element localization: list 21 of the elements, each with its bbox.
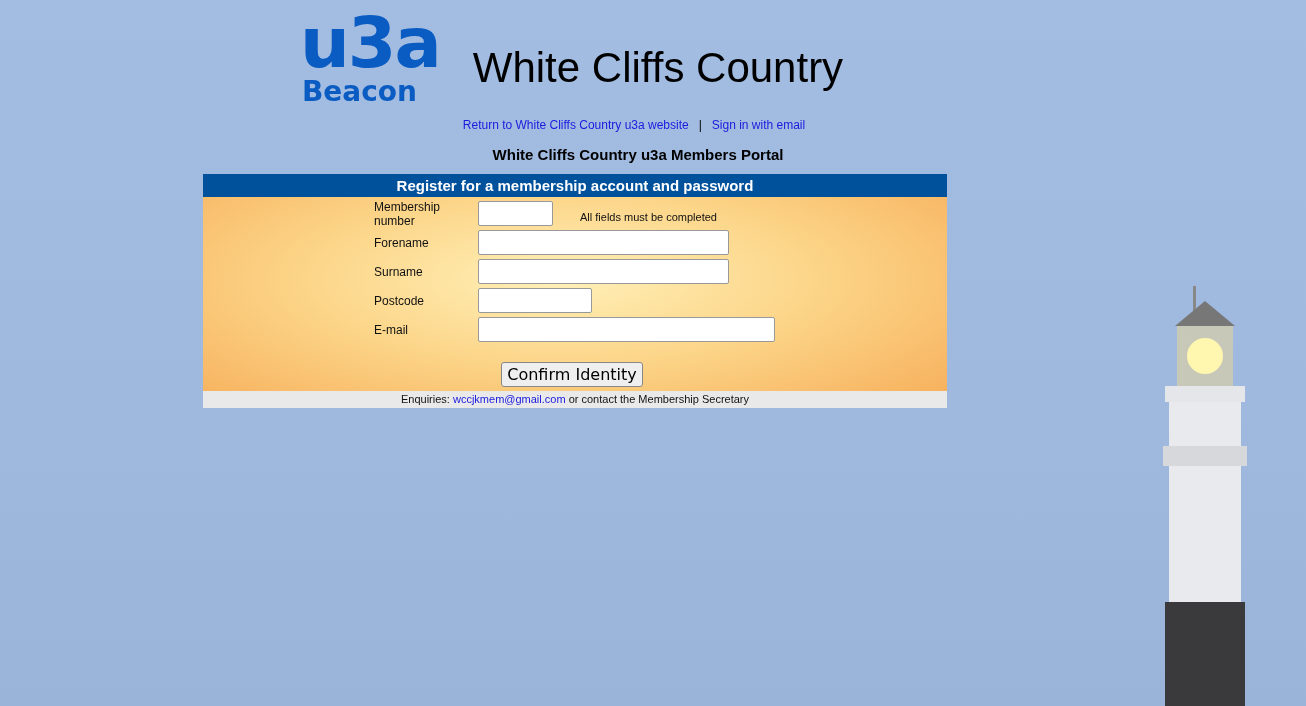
separator: |: [698, 118, 702, 132]
field-label: Postcode: [374, 293, 426, 308]
form-title-bar: Register for a membership account and password: [203, 174, 947, 197]
confirm-identity-button[interactable]: Confirm Identity: [501, 362, 643, 387]
input-field[interactable]: [478, 317, 775, 342]
portal-title: White Cliffs Country u3a Members Portal: [491, 146, 785, 163]
nav-link[interactable]: Sign in with email: [711, 118, 806, 132]
input-field[interactable]: [478, 259, 729, 284]
u3a-logo: u3a Beacon: [300, 10, 440, 108]
field-label: Membership number: [374, 199, 442, 228]
enquiries-text: Enquiries: wccjkmem@gmail.com or contact the Membership Secretary: [401, 393, 749, 405]
input-field[interactable]: [478, 288, 592, 313]
field-label: Surname: [374, 264, 424, 279]
field-label: E-mail: [374, 322, 409, 337]
input-field[interactable]: [478, 201, 553, 226]
nav-link[interactable]: Return to White Cliffs Country u3a website: [462, 118, 689, 132]
field-label: Forename: [374, 235, 430, 250]
site-title: White Cliffs Country: [472, 44, 844, 92]
input-field[interactable]: [478, 230, 729, 255]
form-note: All fields must be completed: [580, 210, 717, 223]
email-link[interactable]: wccjkmem@gmail.com: [452, 393, 566, 405]
